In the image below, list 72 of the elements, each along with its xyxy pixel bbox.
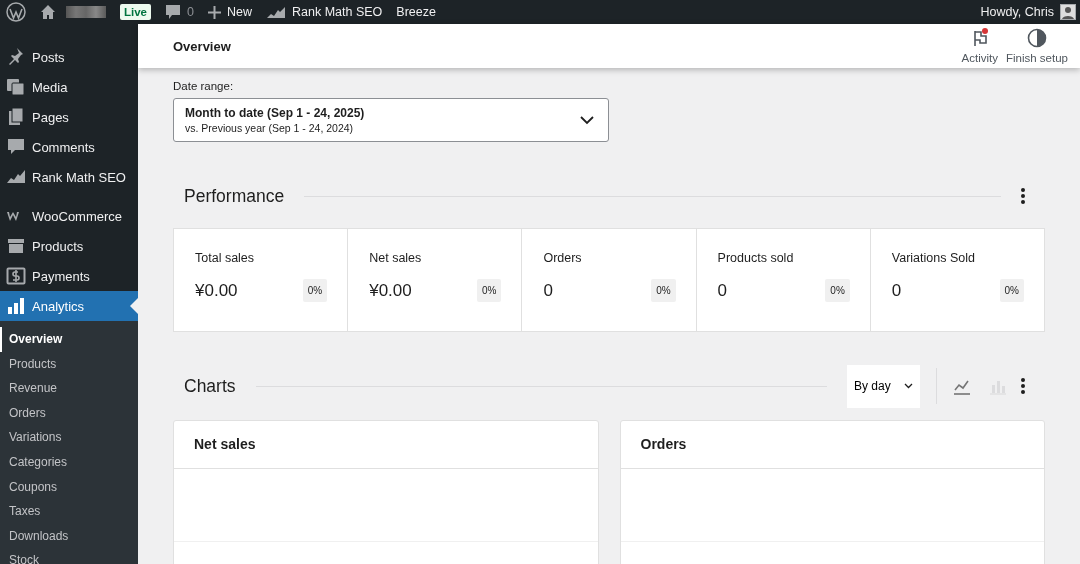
wordpress-logo[interactable] <box>6 2 26 22</box>
change-badge: 0% <box>825 279 850 302</box>
admin-bar-link[interactable]: Rank Math SEO <box>266 5 383 19</box>
chart-title: Orders <box>620 421 1044 469</box>
submenu-item[interactable]: Stock <box>0 548 138 564</box>
header-action-button[interactable]: Activity <box>959 24 1000 68</box>
submenu-item[interactable]: Coupons <box>0 474 138 500</box>
plus-icon <box>207 5 221 19</box>
metric-label: Variations Sold <box>891 251 976 265</box>
metric-label: Products sold <box>717 251 795 265</box>
chevron-down-icon <box>580 115 594 125</box>
header-action-button[interactable]: Finish setup <box>1004 24 1070 68</box>
live-badge: Live <box>120 4 151 20</box>
sidebar-item[interactable]: Media <box>0 72 138 102</box>
section-title: Performance <box>184 185 285 207</box>
new-link[interactable]: New <box>207 5 252 19</box>
submenu-item[interactable]: Categories <box>0 449 138 475</box>
change-badge: 0% <box>476 279 502 302</box>
sidebar-item[interactable]: Payments <box>0 261 138 291</box>
metric-card[interactable]: Total sales ¥0.00 0% <box>174 229 349 331</box>
change-badge: 0% <box>999 279 1024 302</box>
field-label: Date range: <box>173 80 235 92</box>
media-icon <box>6 77 26 97</box>
interval-dropdown[interactable]: By day <box>847 364 920 408</box>
metric-label: Total sales <box>195 251 256 265</box>
account-menu[interactable]: Howdy, Chris <box>980 4 1076 20</box>
metric-label: Orders <box>543 251 583 265</box>
sidebar-item[interactable]: Analytics <box>0 291 138 321</box>
bar-chart-icon <box>6 296 26 316</box>
metric-card[interactable]: Products sold 0 0% <box>696 229 871 331</box>
submenu-item[interactable]: Products <box>0 351 138 377</box>
sidebar-item[interactable]: Comments <box>0 132 138 162</box>
admin-bar-link[interactable]: Breeze <box>396 5 436 19</box>
sidebar-item[interactable]: Posts <box>0 42 138 72</box>
section-title: Charts <box>184 375 236 397</box>
chart-icon <box>266 5 286 19</box>
comments-link[interactable]: 0 <box>165 4 194 20</box>
more-options-icon[interactable] <box>1021 378 1025 394</box>
comment-icon <box>165 4 181 20</box>
change-badge: 0% <box>651 279 676 302</box>
metric-label: Net sales <box>369 251 423 265</box>
submenu-item[interactable]: Taxes <box>0 499 138 524</box>
metric-card[interactable]: Net sales ¥0.00 0% <box>348 229 523 331</box>
submenu-item[interactable]: Variations <box>0 425 138 450</box>
metric-value: 0 <box>891 280 902 301</box>
metric-value: 0 <box>717 280 728 301</box>
change-badge: 0% <box>302 279 328 302</box>
submenu-item[interactable]: Revenue <box>0 376 138 401</box>
date-range-dropdown[interactable]: Month to date (Sep 1 - 24, 2025) vs. Previous year (Sep 1 - 24, 2024) <box>173 98 609 142</box>
sidebar-item[interactable]: Pages <box>0 102 138 132</box>
metric-value: ¥0.00 <box>195 280 238 301</box>
dollar-icon <box>6 266 26 286</box>
half-circle-icon <box>1027 28 1047 48</box>
home-icon[interactable] <box>40 4 56 20</box>
metric-value: ¥0.00 <box>369 280 412 301</box>
submenu-item[interactable]: Overview <box>0 327 138 352</box>
metric-card[interactable]: Orders 0 0% <box>522 229 697 331</box>
sidebar-item[interactable]: WooCommerce <box>0 201 138 231</box>
metric-card[interactable]: Variations Sold 0 0% <box>870 229 1044 331</box>
metric-value: 0 <box>543 280 553 301</box>
submenu-item[interactable]: Downloads <box>0 523 138 549</box>
box-icon <box>6 236 26 256</box>
avatar-icon <box>1060 4 1076 20</box>
chart-title: Net sales <box>174 421 598 469</box>
submenu-item[interactable]: Orders <box>0 400 138 426</box>
more-options-icon[interactable] <box>1021 188 1025 204</box>
pages-icon <box>6 107 26 127</box>
page-title: Overview <box>173 38 231 54</box>
sidebar-item[interactable]: Rank Math SEO <box>0 162 138 192</box>
sidebar-item[interactable]: Products <box>0 231 138 261</box>
chevron-down-icon <box>904 383 913 389</box>
comment-icon <box>6 137 26 157</box>
